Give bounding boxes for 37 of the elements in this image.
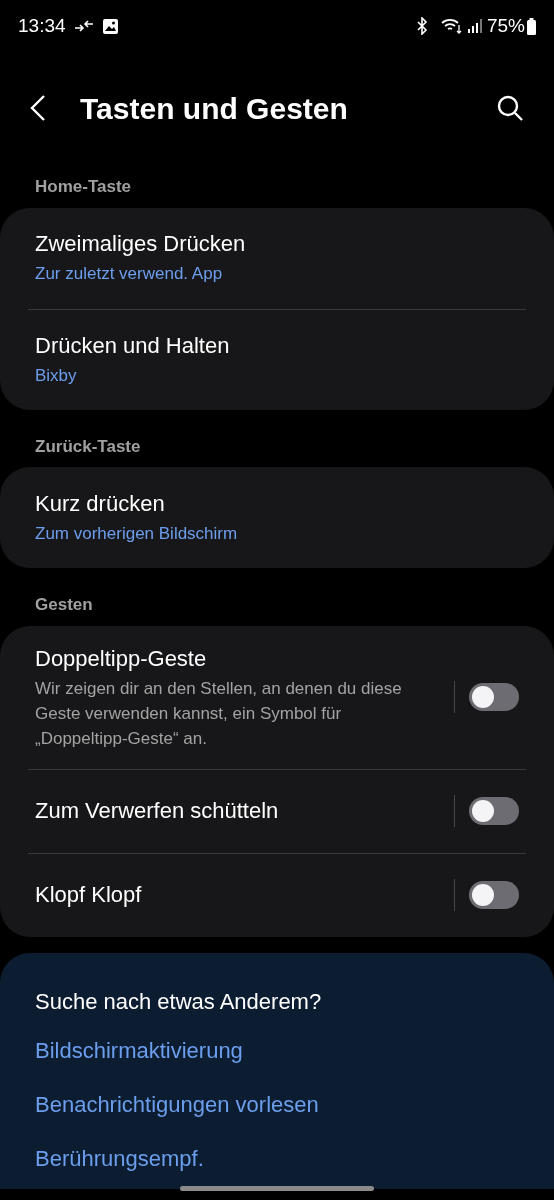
toggle-switch[interactable] (469, 683, 519, 711)
suggestion-link[interactable]: Bildschirmaktivierung (35, 1035, 243, 1066)
page-title: Tasten und Gesten (80, 90, 348, 127)
setting-description: Wir zeigen dir an den Stellen, an denen du diese Geste verwenden kannst, ein Symbol für „Doppeltipp-Geste“ an. (35, 677, 403, 750)
signal-icon (466, 18, 483, 34)
section-header: Zurück-Taste (34, 435, 142, 458)
toggle-switch[interactable] (469, 797, 519, 825)
battery-percentage: 75% (486, 13, 525, 38)
wifi-icon (440, 17, 463, 35)
settings-row[interactable]: Kurz drücken Zum vorherigen Bildschirm (28, 467, 526, 568)
settings-row[interactable]: Zweimaliges Drücken Zur zuletzt verwend. App (28, 207, 526, 309)
suggestion-link[interactable]: Berührungsempf. (35, 1143, 204, 1174)
image-icon (101, 17, 119, 35)
settings-row[interactable]: Klopf Klopf (28, 852, 526, 937)
setting-title: Zweimaliges Drücken (35, 230, 247, 259)
suggestion-link[interactable]: Benachrichtigungen vorlesen (35, 1089, 319, 1120)
battery-icon (527, 17, 536, 35)
status-time: 13:34 (18, 13, 66, 38)
settings-row[interactable]: Zum Verwerfen schütteln (28, 768, 526, 853)
settings-row[interactable]: Drücken und Halten Bixby (28, 308, 526, 410)
setting-title: Zum Verwerfen schütteln (35, 797, 280, 825)
setting-title: Drücken und Halten (35, 331, 231, 360)
setting-value: Bixby (35, 364, 78, 387)
section-header: Home-Taste (34, 176, 133, 198)
setting-title: Doppeltipp-Geste (35, 644, 208, 673)
setting-title: Kurz drücken (35, 489, 166, 518)
back-icon (30, 94, 46, 122)
setting-title: Klopf Klopf (35, 881, 143, 909)
suggestions-title: Suche nach etwas Anderem? (35, 987, 322, 1016)
settings-row[interactable]: Doppeltipp-Geste Wir zeigen dir an den Stellen, an denen du diese Geste verwenden kannst, ein Symbol für „Doppeltipp-Geste“ an. (28, 625, 526, 769)
bluetooth-icon (414, 17, 429, 35)
section-header: Gesten (34, 594, 94, 616)
transfer-arrows-icon (73, 19, 94, 33)
setting-value: Zum vorherigen Bildschirm (35, 522, 239, 545)
toggle-switch[interactable] (469, 881, 519, 909)
setting-value: Zur zuletzt verwend. App (35, 263, 224, 286)
search-icon (496, 94, 524, 122)
